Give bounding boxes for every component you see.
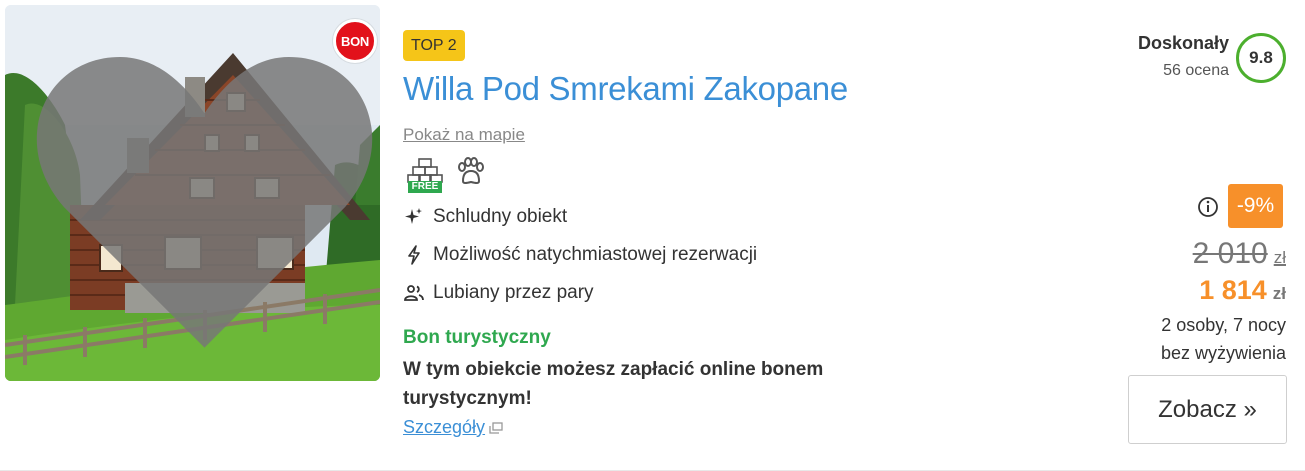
favorite-heart-icon[interactable] — [17, 19, 380, 381]
amenities-list: FREE — [407, 157, 491, 193]
lightning-icon — [403, 244, 425, 266]
stay-board: bez wyżywienia — [1160, 343, 1286, 363]
hotel-listing-card: BON TOP 2 Willa Pod Smrekami Zakopane Po… — [0, 0, 1305, 471]
paw-icon — [458, 157, 484, 184]
new-price-value: 1 814 — [1199, 275, 1267, 305]
details-link-label[interactable]: Szczegóły — [403, 417, 485, 438]
show-on-map-link[interactable]: Pokaż na mapie — [403, 125, 525, 145]
stay-guests-nights: 2 osoby, 7 nocy — [1161, 315, 1286, 335]
bon-description: W tym obiekcie możesz zapłacić online bo… — [403, 359, 824, 409]
feature-label: Możliwość natychmiastowej rezerwacji — [433, 244, 758, 265]
couple-icon — [403, 282, 425, 304]
feature-tidy: Schludny obiekt — [403, 206, 567, 228]
free-parking-amenity: FREE — [407, 157, 443, 193]
see-offer-button[interactable]: Zobacz » — [1128, 375, 1287, 444]
old-price: 2 010 zł — [1193, 237, 1286, 271]
stay-info: 2 osoby, 7 nocy bez wyżywienia — [1161, 311, 1286, 367]
old-price-currency: zł — [1273, 248, 1286, 267]
old-price-value: 2 010 — [1192, 237, 1268, 270]
free-tag: FREE — [408, 181, 442, 193]
new-price: 1 814 zł — [1199, 275, 1286, 306]
rating-score: 9.8 — [1236, 33, 1286, 83]
parking-icon — [407, 158, 443, 183]
feature-couples: Lubiany przez pary — [403, 282, 594, 304]
rating-count: 56 ocena — [1163, 62, 1229, 79]
rank-badge: TOP 2 — [403, 30, 465, 61]
hotel-photo[interactable]: BON — [5, 5, 380, 381]
bon-badge: BON — [333, 19, 377, 63]
sparkle-icon — [403, 206, 425, 228]
external-link-icon — [489, 421, 503, 434]
bon-title: Bon turystyczny — [403, 327, 551, 348]
discount-badge: -9% — [1228, 184, 1283, 228]
new-price-currency: zł — [1272, 284, 1286, 303]
info-icon[interactable] — [1196, 195, 1220, 219]
details-link[interactable]: Szczegóły — [403, 417, 503, 438]
feature-instant-booking: Możliwość natychmiastowej rezerwacji — [403, 244, 757, 266]
feature-label: Lubiany przez pary — [433, 282, 594, 303]
pets-allowed-amenity — [455, 157, 491, 193]
rating-label: Doskonały — [1137, 33, 1229, 53]
feature-label: Schludny obiekt — [433, 206, 568, 227]
hotel-title[interactable]: Willa Pod Smrekami Zakopane — [403, 70, 848, 108]
